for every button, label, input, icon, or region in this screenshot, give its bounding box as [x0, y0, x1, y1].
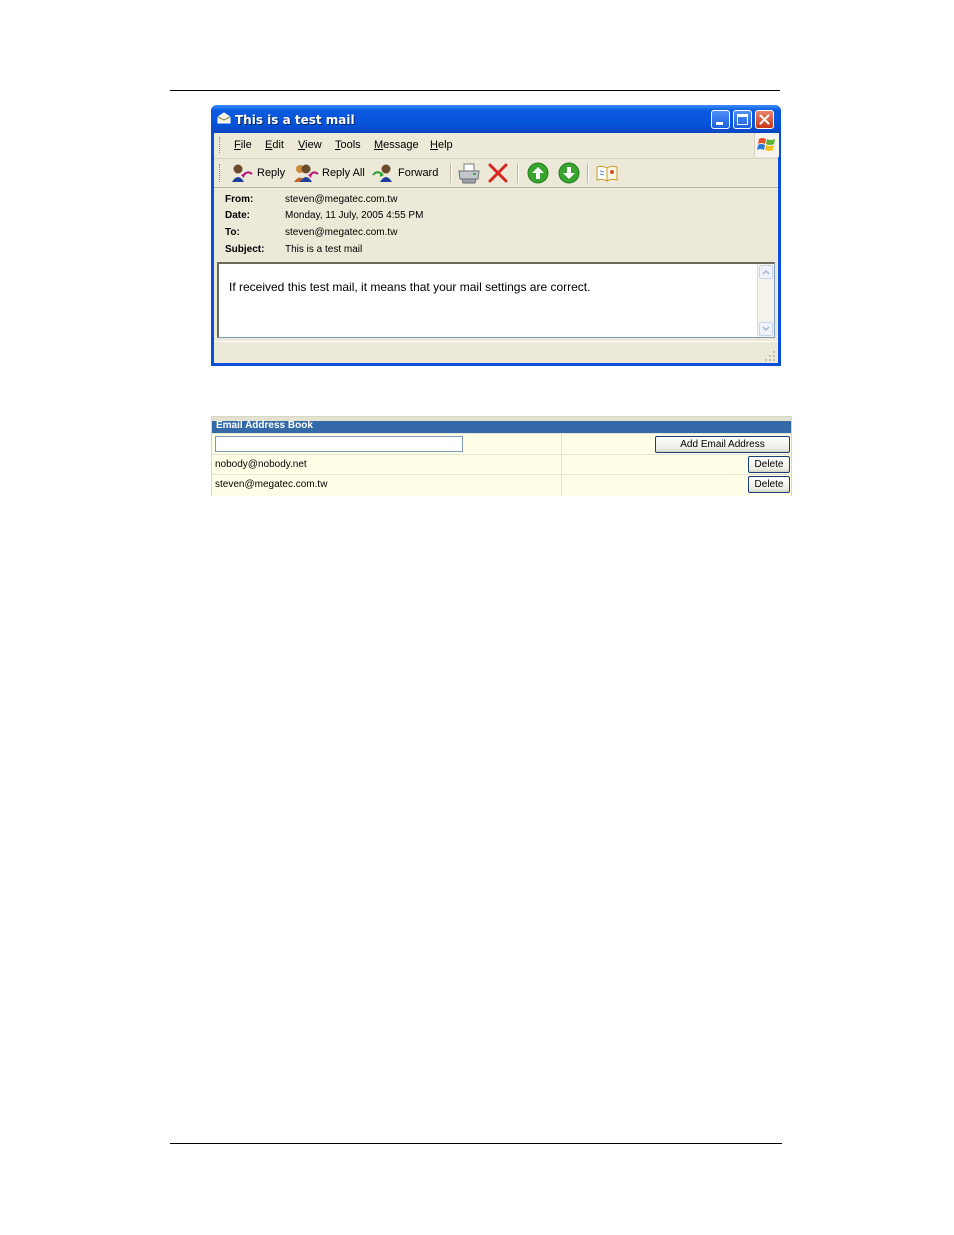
- chevron-down-icon: [762, 326, 770, 332]
- window-title: This is a test mail: [235, 113, 355, 127]
- address-book-title: Email Address Book: [216, 420, 313, 431]
- windows-flag-icon: [757, 138, 775, 151]
- minimize-icon: [716, 122, 723, 125]
- table-row: nobody@nobody.net Delete: [212, 454, 791, 475]
- menu-file[interactable]: File: [234, 139, 252, 151]
- open-envelope-icon: [217, 112, 231, 124]
- previous-message-button[interactable]: [527, 162, 549, 184]
- toolbar-separator: [450, 163, 452, 183]
- reply-button[interactable]: Reply: [230, 162, 285, 184]
- forward-button[interactable]: Forward: [371, 162, 438, 184]
- menu-bar: File Edit View Tools Message Help: [214, 133, 779, 159]
- menu-view[interactable]: View: [298, 139, 322, 151]
- reply-all-button[interactable]: Reply All: [293, 162, 365, 184]
- message-body[interactable]: If received this test mail, it means tha…: [217, 262, 775, 338]
- menu-message[interactable]: Message: [374, 139, 419, 151]
- subject-label: Subject:: [225, 244, 265, 255]
- delete-message-button[interactable]: [487, 162, 509, 184]
- from-value: steven@megatec.com.tw: [285, 194, 398, 205]
- column-divider: [561, 455, 562, 475]
- menu-edit[interactable]: Edit: [265, 139, 284, 151]
- message-headers: From: steven@megatec.com.tw Date: Monday…: [214, 189, 778, 261]
- bottom-divider: [170, 1143, 782, 1144]
- status-bar: [214, 341, 778, 364]
- address-book-icon: [596, 165, 618, 182]
- table-row: steven@megatec.com.tw Delete: [212, 474, 791, 496]
- windows-logo: [754, 133, 779, 157]
- add-email-row: Add Email Address: [212, 433, 791, 455]
- column-divider: [561, 475, 562, 496]
- email-address-input[interactable]: [215, 436, 463, 452]
- email-entry: steven@megatec.com.tw: [215, 479, 328, 490]
- to-value: steven@megatec.com.tw: [285, 227, 398, 238]
- title-bar[interactable]: This is a test mail: [211, 105, 781, 133]
- from-label: From:: [225, 194, 254, 205]
- reply-all-icon: [294, 164, 319, 182]
- subject-value: This is a test mail: [285, 244, 363, 255]
- maximize-button[interactable]: [733, 110, 752, 129]
- printer-icon: [458, 163, 480, 184]
- address-book-button[interactable]: [595, 162, 619, 184]
- delete-x-icon: [488, 163, 508, 183]
- maximize-icon: [737, 114, 748, 125]
- vertical-scrollbar[interactable]: [757, 264, 774, 337]
- delete-button[interactable]: Delete: [748, 476, 790, 493]
- down-arrow-icon: [558, 162, 580, 184]
- toolbar-separator: [587, 163, 589, 183]
- to-label: To:: [225, 227, 240, 238]
- scroll-up-button[interactable]: [759, 265, 773, 279]
- reply-label: Reply: [257, 167, 286, 179]
- menu-bar-grip[interactable]: [219, 137, 222, 153]
- reply-all-label: Reply All: [322, 167, 365, 179]
- email-address-book: Email Address Book Add Email Address nob…: [211, 416, 792, 496]
- email-entry: nobody@nobody.net: [215, 459, 307, 470]
- column-divider: [561, 434, 562, 455]
- message-body-text: If received this test mail, it means tha…: [229, 280, 591, 294]
- top-divider: [170, 90, 780, 91]
- close-icon: [759, 114, 770, 125]
- up-arrow-icon: [527, 162, 549, 184]
- reply-icon: [232, 164, 253, 182]
- minimize-button[interactable]: [711, 110, 730, 129]
- date-label: Date:: [225, 210, 251, 221]
- toolbar-separator: [517, 163, 519, 183]
- next-message-button[interactable]: [558, 162, 580, 184]
- toolbar: Reply Reply All Forward: [214, 159, 778, 188]
- date-value: Monday, 11 July, 2005 4:55 PM: [285, 210, 424, 221]
- resize-grip-icon[interactable]: [764, 350, 776, 362]
- mail-window: This is a test mail File Edit View Tools…: [211, 105, 781, 366]
- chevron-up-icon: [762, 269, 770, 275]
- menu-tools[interactable]: Tools: [335, 139, 361, 151]
- print-button[interactable]: [457, 162, 481, 184]
- close-button[interactable]: [755, 110, 774, 129]
- delete-button[interactable]: Delete: [748, 456, 790, 473]
- menu-help[interactable]: Help: [430, 139, 453, 151]
- forward-label: Forward: [398, 167, 439, 179]
- forward-icon: [372, 164, 392, 182]
- add-email-address-button[interactable]: Add Email Address: [655, 436, 790, 453]
- address-book-header: Email Address Book: [212, 420, 791, 433]
- toolbar-grip[interactable]: [219, 164, 222, 182]
- scroll-down-button[interactable]: [759, 322, 773, 336]
